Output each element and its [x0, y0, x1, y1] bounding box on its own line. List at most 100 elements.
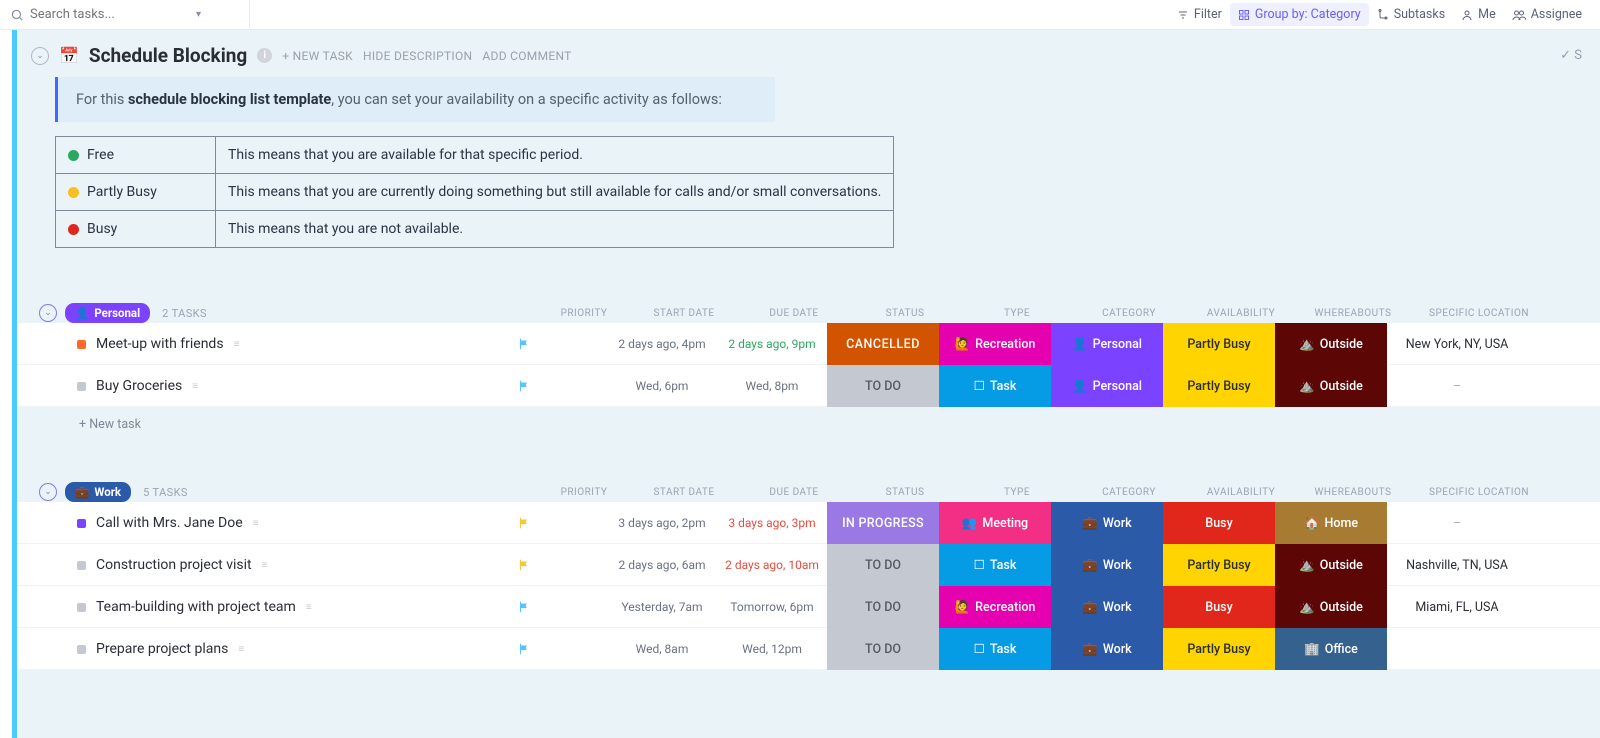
- drag-handle-icon[interactable]: ≡: [238, 644, 243, 655]
- type-badge[interactable]: 🙋Recreation: [939, 323, 1051, 365]
- type-badge[interactable]: 🙋Recreation: [939, 586, 1051, 628]
- task-row[interactable]: Buy Groceries ≡ Wed, 6pm Wed, 8pm TO DO …: [17, 365, 1600, 407]
- desc-suffix: , you can set your availability on a spe…: [331, 91, 722, 108]
- availability-badge[interactable]: Partly Busy: [1163, 323, 1275, 365]
- availability-badge[interactable]: Busy: [1163, 586, 1275, 628]
- specific-location[interactable]: –: [1387, 516, 1527, 531]
- specific-location[interactable]: Miami, FL, USA: [1387, 600, 1527, 615]
- type-badge[interactable]: ☐Task: [939, 544, 1051, 586]
- due-date[interactable]: Wed, 8pm: [717, 379, 827, 393]
- add-comment-link[interactable]: ADD COMMENT: [482, 49, 571, 63]
- task-title: Team-building with project team: [96, 599, 296, 615]
- availability-badge[interactable]: Busy: [1163, 502, 1275, 544]
- specific-location[interactable]: Nashville, TN, USA: [1387, 558, 1527, 573]
- type-badge[interactable]: ☐Task: [939, 628, 1051, 670]
- specific-location[interactable]: New York, NY, USA: [1387, 337, 1527, 352]
- whereabouts-badge[interactable]: ⛰️Outside: [1275, 544, 1387, 586]
- status-square[interactable]: [77, 603, 86, 612]
- specific-location[interactable]: –: [1387, 379, 1527, 394]
- assignee-button[interactable]: Assignee: [1504, 3, 1590, 26]
- task-row[interactable]: Meet-up with friends ≡ 2 days ago, 4pm 2…: [17, 323, 1600, 365]
- group-tag[interactable]: 💼Work: [65, 482, 131, 502]
- filter-button[interactable]: Filter: [1169, 3, 1230, 26]
- status-square[interactable]: [77, 645, 86, 654]
- status-square[interactable]: [77, 519, 86, 528]
- status-square[interactable]: [77, 561, 86, 570]
- group-by-label: Group by: Category: [1255, 7, 1361, 22]
- start-date[interactable]: 3 days ago, 2pm: [607, 516, 717, 530]
- task-row[interactable]: Construction project visit ≡ 2 days ago,…: [17, 544, 1600, 586]
- drag-handle-icon[interactable]: ≡: [192, 381, 197, 392]
- due-date[interactable]: 3 days ago, 3pm: [717, 516, 827, 530]
- start-date[interactable]: Wed, 6pm: [607, 379, 717, 393]
- priority-flag[interactable]: [517, 379, 607, 393]
- availability-badge[interactable]: Partly Busy: [1163, 365, 1275, 407]
- status-badge[interactable]: TO DO: [827, 365, 939, 407]
- subtasks-icon: [1377, 9, 1389, 21]
- status-badge[interactable]: TO DO: [827, 628, 939, 670]
- whereabouts-badge[interactable]: ⛰️Outside: [1275, 586, 1387, 628]
- status-badge[interactable]: CANCELLED: [827, 323, 939, 365]
- task-row[interactable]: Call with Mrs. Jane Doe ≡ 3 days ago, 2p…: [17, 502, 1600, 544]
- group-tag[interactable]: 👤Personal: [65, 303, 150, 323]
- task-group: ⌄ 💼Work 5 TASKS PRIORITYSTART DATEDUE DA…: [17, 482, 1600, 670]
- task-name-cell: Call with Mrs. Jane Doe ≡: [17, 515, 517, 531]
- group-collapse-toggle[interactable]: ⌄: [39, 304, 57, 322]
- priority-flag[interactable]: [517, 600, 607, 614]
- priority-flag[interactable]: [517, 558, 607, 572]
- search-input[interactable]: [30, 7, 190, 22]
- priority-flag[interactable]: [517, 516, 607, 530]
- whereabouts-badge[interactable]: 🏢Office: [1275, 628, 1387, 670]
- category-badge[interactable]: 💼Work: [1051, 502, 1163, 544]
- drag-handle-icon[interactable]: ≡: [306, 602, 311, 613]
- status-badge[interactable]: TO DO: [827, 544, 939, 586]
- group-collapse-toggle[interactable]: ⌄: [39, 483, 57, 501]
- priority-flag[interactable]: [517, 642, 607, 656]
- me-button[interactable]: Me: [1453, 3, 1504, 26]
- subtasks-button[interactable]: Subtasks: [1369, 3, 1453, 26]
- start-date[interactable]: 2 days ago, 4pm: [607, 337, 717, 351]
- category-badge[interactable]: 👤Personal: [1051, 365, 1163, 407]
- check-icon[interactable]: ✓ S: [1560, 48, 1582, 63]
- new-task-link[interactable]: NEW TASK: [282, 49, 353, 63]
- top-toolbar: ▾ Filter Group by: Category Subtasks Me …: [0, 0, 1600, 30]
- whereabouts-badge[interactable]: ⛰️Outside: [1275, 323, 1387, 365]
- task-title: Construction project visit: [96, 557, 252, 573]
- start-date[interactable]: 2 days ago, 6am: [607, 558, 717, 572]
- column-header: AVAILABILITY: [1185, 304, 1297, 323]
- status-badge[interactable]: TO DO: [827, 586, 939, 628]
- whereabouts-badge[interactable]: ⛰️Outside: [1275, 365, 1387, 407]
- task-row[interactable]: Team-building with project team ≡ Yester…: [17, 586, 1600, 628]
- whereabouts-badge[interactable]: 🏠Home: [1275, 502, 1387, 544]
- start-date[interactable]: Yesterday, 7am: [607, 600, 717, 614]
- drag-handle-icon[interactable]: ≡: [253, 518, 258, 529]
- type-badge[interactable]: 👥Meeting: [939, 502, 1051, 544]
- due-date[interactable]: 2 days ago, 9pm: [717, 337, 827, 351]
- category-badge[interactable]: 👤Personal: [1051, 323, 1163, 365]
- drag-handle-icon[interactable]: ≡: [262, 560, 267, 571]
- status-square[interactable]: [77, 340, 86, 349]
- type-badge[interactable]: ☐Task: [939, 365, 1051, 407]
- category-badge[interactable]: 💼Work: [1051, 586, 1163, 628]
- due-date[interactable]: Tomorrow, 6pm: [717, 600, 827, 614]
- chevron-down-icon[interactable]: ▾: [196, 9, 201, 20]
- drag-handle-icon[interactable]: ≡: [234, 339, 239, 350]
- due-date[interactable]: 2 days ago, 10am: [717, 558, 827, 572]
- category-badge[interactable]: 💼Work: [1051, 628, 1163, 670]
- info-icon[interactable]: i: [257, 48, 272, 63]
- status-badge[interactable]: IN PROGRESS: [827, 502, 939, 544]
- status-square[interactable]: [77, 382, 86, 391]
- collapse-toggle[interactable]: ⌄: [31, 47, 49, 65]
- due-date[interactable]: Wed, 12pm: [717, 642, 827, 656]
- new-task-button[interactable]: + New task: [17, 407, 1600, 432]
- category-badge[interactable]: 💼Work: [1051, 544, 1163, 586]
- availability-badge[interactable]: Partly Busy: [1163, 544, 1275, 586]
- priority-flag[interactable]: [517, 337, 607, 351]
- category-icon: 💼: [1082, 600, 1098, 615]
- start-date[interactable]: Wed, 8am: [607, 642, 717, 656]
- group-tag-icon: 💼: [75, 485, 89, 499]
- hide-description-link[interactable]: HIDE DESCRIPTION: [363, 49, 472, 63]
- availability-badge[interactable]: Partly Busy: [1163, 628, 1275, 670]
- group-by-button[interactable]: Group by: Category: [1230, 3, 1369, 26]
- task-row[interactable]: Prepare project plans ≡ Wed, 8am Wed, 12…: [17, 628, 1600, 670]
